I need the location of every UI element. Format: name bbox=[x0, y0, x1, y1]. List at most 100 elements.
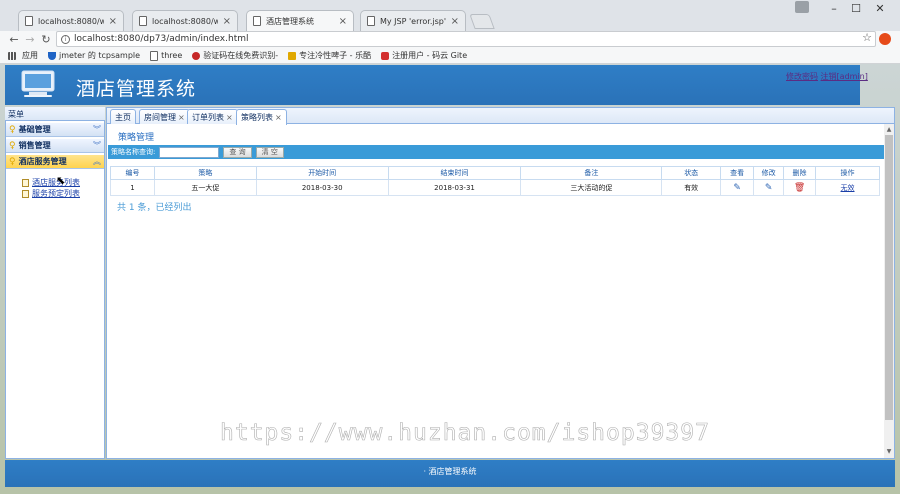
monitor-icon bbox=[21, 70, 55, 97]
bookmark-three[interactable]: three bbox=[150, 50, 183, 61]
accordion-sales-management[interactable]: ♀ 销售管理 ︾ bbox=[6, 139, 104, 153]
tab-strategy-list[interactable]: 策略列表 × bbox=[236, 109, 287, 125]
bookmark-label: 专注冷性啤子 - 乐酷 bbox=[299, 51, 372, 60]
accordion-label: 销售管理 bbox=[18, 141, 51, 150]
page-icon bbox=[253, 16, 261, 26]
system-title: 酒店管理系统 bbox=[76, 78, 197, 100]
column-header: 策略 bbox=[153, 166, 257, 180]
bookmark-label: 验证码在线免费识别- bbox=[203, 51, 279, 60]
document-icon bbox=[22, 178, 29, 187]
url-text: localhost:8080/dp73/admin/index.html bbox=[74, 34, 249, 44]
browser-tab-title: localhost:8080/webto bbox=[152, 16, 218, 26]
browser-tab-title: My JSP 'error.jsp' start bbox=[380, 16, 446, 26]
chevron-up-icon[interactable]: ︽ bbox=[93, 156, 101, 167]
tab-label: 策略列表 bbox=[241, 113, 273, 122]
cell-delete: 🗑 bbox=[783, 179, 817, 196]
profile-icon[interactable] bbox=[795, 1, 809, 13]
record-summary: 共 1 条，已经列出 bbox=[117, 203, 192, 213]
browser-tab-title: 酒店管理系统 bbox=[266, 16, 314, 26]
sidebar-link-label: 服务预定列表 bbox=[32, 189, 80, 198]
logout-link[interactable]: 注销 bbox=[821, 72, 837, 81]
handshake-icon bbox=[288, 51, 297, 60]
accordion-basic-management[interactable]: ♀ 基础管理 ︾ bbox=[6, 123, 104, 137]
app-footer: · 酒店管理系统 bbox=[5, 460, 895, 487]
browser-tab-3[interactable]: 酒店管理系统 × bbox=[246, 10, 354, 31]
bookmark-captcha[interactable]: 验证码在线免费识别- bbox=[192, 50, 278, 61]
change-password-link[interactable]: 修改密码 bbox=[786, 72, 818, 81]
close-icon[interactable]: × bbox=[223, 16, 231, 27]
back-icon[interactable]: ← bbox=[6, 33, 22, 46]
accordion-hotel-service-management[interactable]: ♀ 酒店服务管理 ︽ bbox=[6, 155, 104, 169]
page-icon bbox=[25, 16, 33, 26]
mouse-cursor-icon: ⬉ bbox=[56, 174, 66, 187]
info-icon[interactable]: i bbox=[61, 34, 70, 44]
strategy-name-input[interactable] bbox=[159, 146, 220, 158]
reload-icon[interactable]: ↻ bbox=[38, 33, 54, 46]
tab-room-management[interactable]: 房间管理 × bbox=[139, 109, 190, 124]
apps-grid-icon bbox=[8, 51, 16, 60]
edit-icon[interactable]: ✎ bbox=[765, 183, 773, 193]
sidebar-link-hotel-service-list[interactable]: 酒店服务列表 bbox=[22, 177, 80, 188]
table-row: 1 五一大促 2018-03-30 2018-03-31 三大活动的促 有效 ✎… bbox=[110, 179, 880, 196]
close-icon[interactable]: × bbox=[109, 16, 117, 27]
accordion-label: 基础管理 bbox=[18, 125, 51, 134]
tab-home[interactable]: 主页 bbox=[110, 109, 136, 124]
browser-tab-4[interactable]: My JSP 'error.jsp' start × bbox=[360, 10, 466, 31]
scroll-up-icon[interactable]: ▲ bbox=[884, 126, 894, 133]
watermark: https://www.huzhan.com/ishop39397 bbox=[220, 420, 710, 447]
chevron-down-icon[interactable]: ︾ bbox=[93, 124, 101, 135]
view-icon[interactable]: ✎ bbox=[733, 183, 741, 193]
close-icon[interactable]: × bbox=[451, 16, 459, 27]
chevron-down-icon[interactable]: ︾ bbox=[93, 140, 101, 151]
close-icon[interactable]: × bbox=[275, 113, 282, 122]
close-icon[interactable]: × bbox=[178, 113, 185, 122]
column-header: 编号 bbox=[110, 166, 155, 180]
tab-label: 主页 bbox=[115, 113, 131, 122]
browser-tab-1[interactable]: localhost:8080/webto × bbox=[18, 10, 124, 31]
column-header: 状态 bbox=[661, 166, 722, 180]
bulb-icon: ♀ bbox=[9, 140, 16, 151]
clear-button[interactable]: 清 空 bbox=[255, 146, 284, 158]
tab-label: 订单列表 bbox=[192, 113, 224, 122]
scrollbar-thumb[interactable] bbox=[885, 135, 893, 420]
bookmark-gitee[interactable]: 注册用户 - 码云 Gite bbox=[381, 50, 467, 61]
tab-order-list[interactable]: 订单列表 × bbox=[187, 109, 238, 124]
browser-tab-2[interactable]: localhost:8080/webto × bbox=[132, 10, 238, 31]
bug-icon bbox=[192, 51, 201, 60]
cell-note: 三大活动的促 bbox=[520, 179, 663, 196]
cell-id: 1 bbox=[110, 179, 155, 196]
close-icon[interactable]: × bbox=[339, 16, 347, 27]
cell-start: 2018-03-30 bbox=[255, 179, 389, 196]
bulb-icon: ♀ bbox=[9, 124, 16, 135]
bookmark-apps[interactable]: 应用 bbox=[8, 50, 38, 61]
invalidate-link[interactable]: 无效 bbox=[841, 184, 855, 192]
column-header: 修改 bbox=[753, 166, 785, 180]
strategy-table: 编号 策略 开始时间 结束时间 备注 状态 查看 修改 删除 操作 1 五一大促… bbox=[110, 166, 880, 196]
sidebar-link-service-booking-list[interactable]: 服务预定列表 bbox=[22, 188, 80, 199]
window-close-icon[interactable]: ✕ bbox=[870, 2, 890, 15]
minimize-icon[interactable]: – bbox=[824, 2, 844, 15]
forward-icon[interactable]: → bbox=[22, 33, 38, 46]
close-icon[interactable]: × bbox=[226, 113, 233, 122]
bookmark-leku[interactable]: 专注冷性啤子 - 乐酷 bbox=[288, 50, 371, 61]
maximize-icon[interactable]: ☐ bbox=[846, 2, 866, 15]
extension-icon[interactable] bbox=[879, 33, 891, 45]
table-header-row: 编号 策略 开始时间 结束时间 备注 状态 查看 修改 删除 操作 bbox=[110, 166, 880, 180]
scroll-down-icon[interactable]: ▼ bbox=[884, 448, 894, 455]
browser-tab-title: localhost:8080/webto bbox=[38, 16, 104, 26]
bookmark-label: three bbox=[161, 51, 183, 60]
trash-icon[interactable]: 🗑 bbox=[794, 183, 805, 193]
page-icon bbox=[139, 16, 147, 26]
bookmark-label: 注册用户 - 码云 Gite bbox=[392, 51, 468, 60]
bookmark-jmeter[interactable]: jmeter 的 tcpsample bbox=[48, 50, 140, 61]
cell-status: 有效 bbox=[661, 179, 722, 196]
tab-label: 房间管理 bbox=[144, 113, 176, 122]
gitee-icon bbox=[381, 51, 390, 60]
query-button[interactable]: 查 询 bbox=[223, 146, 252, 158]
page-icon bbox=[150, 50, 159, 61]
column-header: 查看 bbox=[720, 166, 755, 180]
main-panel bbox=[106, 107, 895, 459]
cell-end: 2018-03-31 bbox=[387, 179, 522, 196]
bookmark-star-icon[interactable]: ☆ bbox=[862, 31, 872, 44]
address-bar[interactable]: i localhost:8080/dp73/admin/index.html bbox=[56, 31, 876, 47]
